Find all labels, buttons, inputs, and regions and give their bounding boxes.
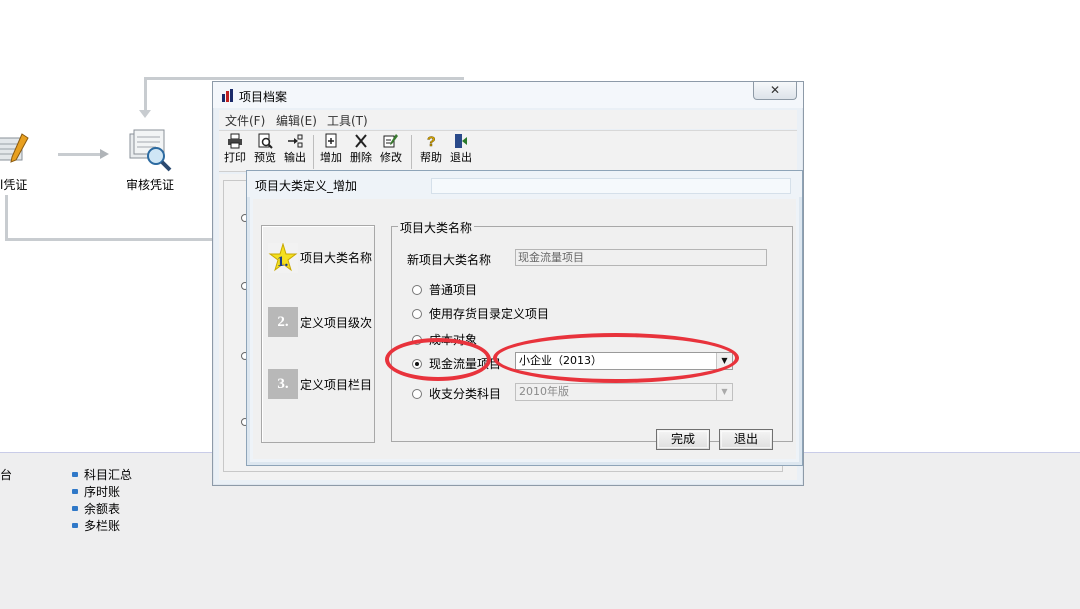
exit-button[interactable]: 退出 xyxy=(447,133,475,171)
menu-file[interactable]: 文件(F) xyxy=(225,112,265,129)
menu-bar: 文件(F) 编辑(E) 工具(T) xyxy=(219,110,797,129)
menu-edit[interactable]: 编辑(E) xyxy=(276,112,317,129)
delete-icon xyxy=(347,133,375,151)
step-1-label: 项目大类名称 xyxy=(300,251,373,265)
toolbar-separator xyxy=(411,135,412,169)
preview-button[interactable]: 预览 xyxy=(251,133,279,171)
menu-tools[interactable]: 工具(T) xyxy=(327,112,368,129)
option-normal-project[interactable]: 普通项目 xyxy=(412,281,477,298)
step-3-icon: 3. xyxy=(268,369,298,399)
radio-button xyxy=(412,389,422,399)
close-icon: ✕ xyxy=(769,83,781,97)
add-icon xyxy=(317,133,345,151)
annotation-ellipse xyxy=(385,338,491,381)
dialog-title: 项目大类定义_增加 xyxy=(255,179,358,193)
annotation-ellipse xyxy=(493,333,739,383)
new-name-label: 新项目大类名称 xyxy=(407,253,492,267)
flow-connector xyxy=(5,238,215,241)
step-2-icon: 2. xyxy=(268,307,298,337)
bullet-icon xyxy=(72,489,78,494)
review-voucher-icon[interactable] xyxy=(126,128,174,172)
exit-icon xyxy=(447,133,475,151)
income-version-select[interactable]: 2010年版 ▼ xyxy=(515,383,733,401)
report-link-subject-summary[interactable]: 科目汇总 xyxy=(72,466,132,483)
window-title: 项目档案 xyxy=(239,90,288,104)
bullet-icon xyxy=(72,523,78,528)
new-category-name-input[interactable]: 现金流量项目 xyxy=(515,249,767,266)
bullet-icon xyxy=(72,506,78,511)
svg-text:1.: 1. xyxy=(277,254,289,270)
flow-connector xyxy=(58,153,102,156)
print-button[interactable]: 打印 xyxy=(221,133,249,171)
report-link-balance[interactable]: 余额表 xyxy=(72,500,120,517)
svg-text:?: ? xyxy=(427,133,436,149)
exit-dialog-button[interactable]: 退出 xyxy=(719,429,773,450)
option-income-expense-category[interactable]: 收支分类科目 xyxy=(412,385,501,402)
printer-icon xyxy=(221,133,249,151)
toolbar-separator xyxy=(313,135,314,169)
option-inventory-catalog[interactable]: 使用存货目录定义项目 xyxy=(412,305,549,322)
help-icon: ? xyxy=(417,133,445,151)
radio-button xyxy=(412,285,422,295)
export-icon xyxy=(281,133,309,151)
window-titlebar[interactable]: 项目档案 ✕ xyxy=(213,82,803,108)
edit-icon xyxy=(377,133,405,151)
flow-connector xyxy=(5,195,8,240)
fill-voucher-icon[interactable] xyxy=(0,132,30,168)
export-button[interactable]: 输出 xyxy=(281,133,309,171)
dialog-titlebar[interactable]: 项目大类定义_增加 xyxy=(247,171,802,197)
flow-node-label: l凭证 xyxy=(0,178,28,192)
flow-node-label[interactable]: 审核凭证 xyxy=(126,176,174,193)
flow-connector xyxy=(144,77,464,80)
dialog-body: 1. 项目大类名称 2. 定义项目级次 3. 定义项目栏目 项目大类名称 新项目… xyxy=(253,199,796,459)
wizard-steps: 1. 项目大类名称 2. 定义项目级次 3. 定义项目栏目 xyxy=(261,225,375,443)
step-2-label: 定义项目级次 xyxy=(300,316,373,330)
radio-button xyxy=(412,309,422,319)
delete-button[interactable]: 删除 xyxy=(347,133,375,171)
report-link-multi-column[interactable]: 多栏账 xyxy=(72,517,120,534)
chevron-down-icon[interactable]: ▼ xyxy=(716,384,732,400)
arrow-right-icon xyxy=(100,149,109,159)
project-category-dialog: 项目大类定义_增加 1. 项目大类名称 2. 定义项目级次 3. 定义项目栏目 … xyxy=(246,170,803,466)
arrow-down-icon xyxy=(139,110,151,118)
step-3-label: 定义项目栏目 xyxy=(300,378,373,392)
flow-connector xyxy=(144,77,147,113)
toolbar: 打印 预览 输出 增加 删除 修改 ? 帮助 退出 xyxy=(219,130,797,172)
report-link-journal[interactable]: 序时账 xyxy=(72,483,120,500)
app-icon xyxy=(221,88,235,102)
preview-icon xyxy=(251,133,279,151)
ghost-field xyxy=(431,178,791,194)
bullet-icon xyxy=(72,472,78,477)
group-title: 项目大类名称 xyxy=(398,219,475,236)
finish-button[interactable]: 完成 xyxy=(656,429,710,450)
help-button[interactable]: ? 帮助 xyxy=(417,133,445,171)
add-button[interactable]: 增加 xyxy=(317,133,345,171)
close-button[interactable]: ✕ xyxy=(753,82,797,100)
edit-button[interactable]: 修改 xyxy=(377,133,405,171)
step-1-icon: 1. xyxy=(268,243,298,273)
truncated-label: 台 xyxy=(0,468,13,482)
